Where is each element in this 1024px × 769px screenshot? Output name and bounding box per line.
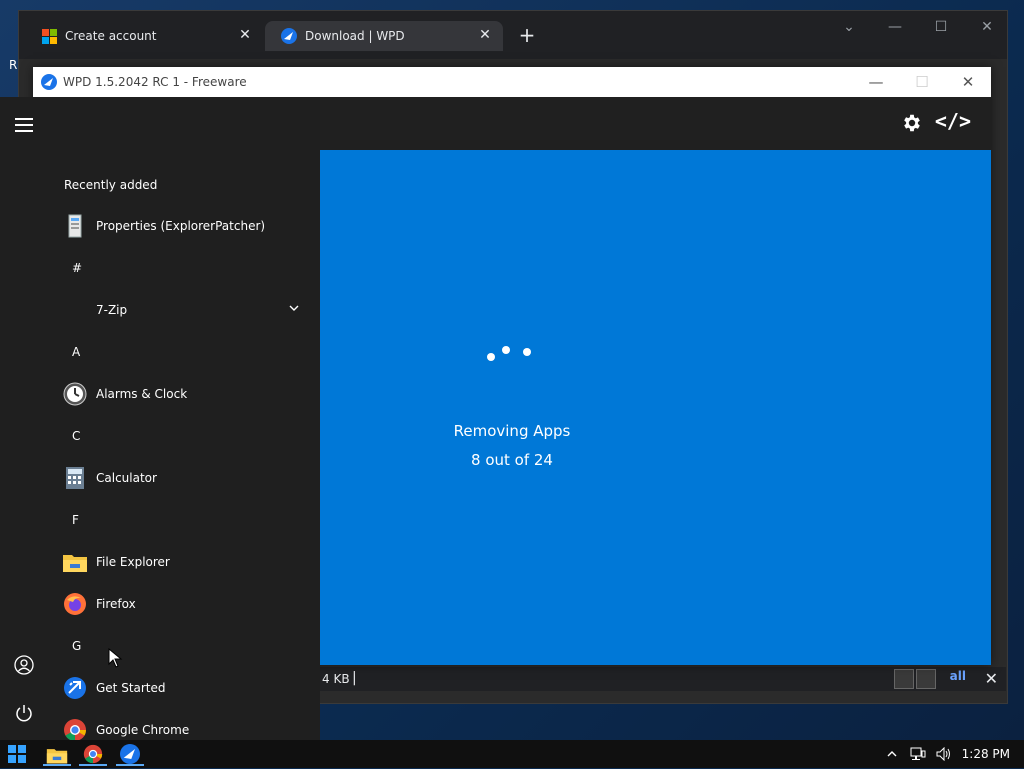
start-app-list: Properties (ExplorerPatcher) # 7-Zip A A… [48, 205, 320, 751]
hamburger-menu-icon[interactable] [15, 118, 33, 132]
letter-label: # [72, 261, 83, 275]
start-menu: Recently added Properties (ExplorerPatch… [0, 97, 320, 741]
active-indicator [79, 764, 107, 766]
browser-window-controls: ⌄ — ☐ ✕ [835, 19, 1001, 35]
firefox-icon [62, 591, 88, 617]
letter-label: C [72, 429, 81, 443]
network-icon[interactable] [910, 746, 926, 762]
app-label: File Explorer [96, 555, 170, 569]
wpd-titlebar: WPD 1.5.2042 RC 1 - Freeware — ☐ ✕ [33, 67, 991, 97]
letter-header-g[interactable]: G [48, 625, 320, 667]
gear-icon[interactable] [901, 112, 923, 134]
taskbar-chrome[interactable] [79, 744, 107, 766]
app-get-started[interactable]: Get Started [48, 667, 320, 709]
letter-header-f[interactable]: F [48, 499, 320, 541]
wpd-logo-icon [120, 744, 140, 764]
file-explorer-icon [46, 749, 68, 764]
new-tab-button[interactable]: + [515, 23, 539, 47]
wpd-app-icon [41, 74, 57, 90]
letter-header-c[interactable]: C [48, 415, 320, 457]
app-label: Google Chrome [96, 723, 190, 737]
grid-view-icon[interactable] [916, 669, 936, 689]
letter-header-hash[interactable]: # [48, 247, 320, 289]
app-file-explorer[interactable]: File Explorer [48, 541, 320, 583]
desktop-text-fragment: R [9, 58, 18, 72]
download-size-fragment: 4 KB [322, 672, 350, 686]
maximize-button[interactable]: ☐ [899, 67, 945, 97]
app-label: Calculator [96, 471, 157, 485]
loading-spinner-icon [485, 343, 535, 363]
list-view-icon[interactable] [894, 669, 914, 689]
download-bar: 4 KB | all ✕ [316, 667, 1006, 691]
app-label: Alarms & Clock [96, 387, 188, 401]
letter-label: F [72, 513, 79, 527]
browser-tab-bar: Create account ✕ Download | WPD ✕ + ⌄ — … [19, 11, 1007, 59]
close-icon[interactable]: ✕ [973, 19, 1001, 35]
volume-icon[interactable] [936, 746, 952, 762]
recently-added-heading: Recently added [64, 178, 158, 192]
close-download-bar-icon[interactable]: ✕ [985, 669, 998, 688]
properties-icon [62, 213, 88, 239]
view-toggle[interactable] [894, 669, 936, 689]
active-indicator [43, 764, 71, 766]
app-firefox[interactable]: Firefox [48, 583, 320, 625]
app-alarms-clock[interactable]: Alarms & Clock [48, 373, 320, 415]
app-calculator[interactable]: Calculator [48, 457, 320, 499]
active-indicator [116, 764, 144, 766]
wpd-window-controls: — ☐ ✕ [853, 67, 991, 97]
user-account-icon[interactable] [14, 655, 34, 675]
tab-download-wpd[interactable]: Download | WPD ✕ [265, 21, 503, 51]
code-icon[interactable]: </> [935, 109, 971, 133]
close-tab-icon[interactable]: ✕ [477, 27, 493, 43]
taskbar: 1:28 PM [0, 740, 1024, 768]
chevron-down-icon [289, 305, 299, 311]
windows-start-button[interactable] [8, 745, 26, 763]
alarms-clock-icon [62, 381, 88, 407]
text-caret: | [352, 670, 357, 686]
microsoft-logo-icon [41, 28, 57, 44]
file-explorer-icon [62, 549, 88, 575]
show-all-fragment[interactable]: all [950, 669, 966, 683]
maximize-icon[interactable]: ☐ [927, 19, 955, 35]
minimize-button[interactable]: — [853, 67, 899, 97]
taskbar-clock[interactable]: 1:28 PM [962, 747, 1010, 761]
close-tab-icon[interactable]: ✕ [237, 27, 253, 43]
taskbar-file-explorer[interactable] [43, 744, 71, 766]
letter-label: G [72, 639, 82, 653]
app-label: Get Started [96, 681, 166, 695]
tab-create-account[interactable]: Create account ✕ [25, 21, 263, 51]
chevron-up-icon[interactable] [884, 746, 900, 762]
minimize-icon[interactable]: — [881, 19, 909, 35]
app-label: Firefox [96, 597, 136, 611]
app-properties-explorerpatcher[interactable]: Properties (ExplorerPatcher) [48, 205, 320, 247]
chrome-icon [83, 744, 103, 764]
start-rail [0, 97, 48, 740]
tab-label: Download | WPD [305, 29, 405, 43]
app-label: Properties (ExplorerPatcher) [96, 219, 266, 233]
taskbar-wpd[interactable] [116, 744, 144, 766]
letter-label: A [72, 345, 81, 359]
folder-label: 7-Zip [96, 303, 128, 317]
system-tray: 1:28 PM [884, 740, 1010, 768]
tab-label: Create account [65, 29, 157, 43]
wpd-logo-icon [281, 28, 297, 44]
window-title: WPD 1.5.2042 RC 1 - Freeware [63, 75, 247, 89]
get-started-icon [62, 675, 88, 701]
calculator-icon [62, 465, 88, 491]
close-button[interactable]: ✕ [945, 67, 991, 97]
folder-7-zip[interactable]: 7-Zip [48, 289, 320, 331]
letter-header-a[interactable]: A [48, 331, 320, 373]
power-icon[interactable] [14, 703, 34, 723]
mouse-cursor-icon [108, 648, 123, 668]
tab-search-icon[interactable]: ⌄ [835, 19, 863, 35]
